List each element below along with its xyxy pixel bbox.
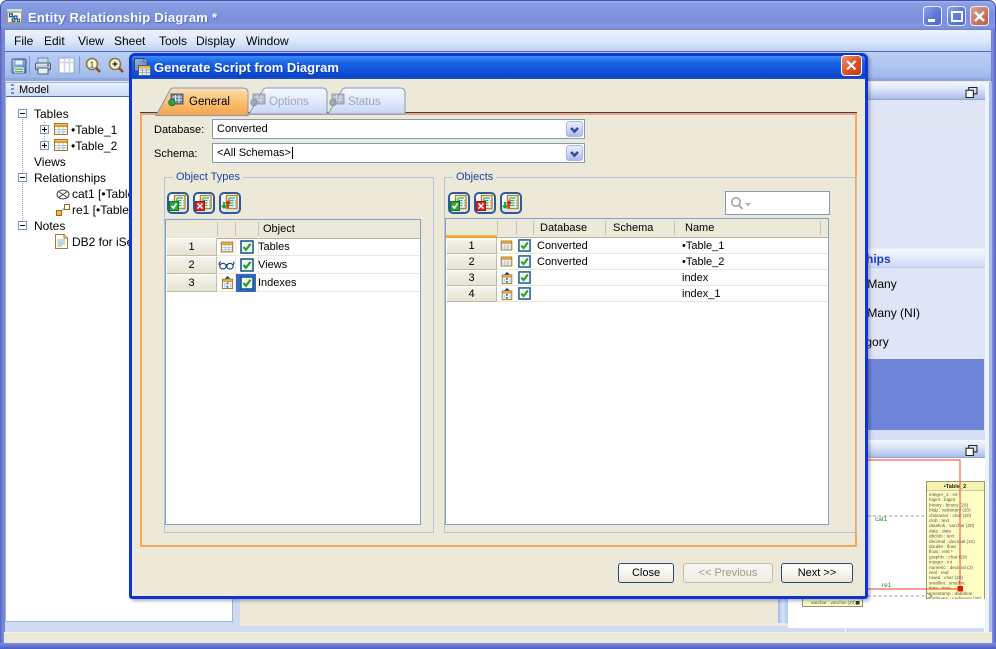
svg-text:1: 1 [90, 61, 95, 70]
svg-text:General: General [189, 96, 230, 108]
svg-text:cat1: cat1 [875, 516, 888, 523]
svg-text:re1: re1 [882, 582, 892, 589]
svg-text:varchar : varchar (20): varchar : varchar (20) [811, 600, 856, 605]
svg-text:..: .. [934, 507, 938, 514]
svg-text:Options: Options [269, 96, 309, 108]
svg-text:Status: Status [348, 96, 381, 108]
